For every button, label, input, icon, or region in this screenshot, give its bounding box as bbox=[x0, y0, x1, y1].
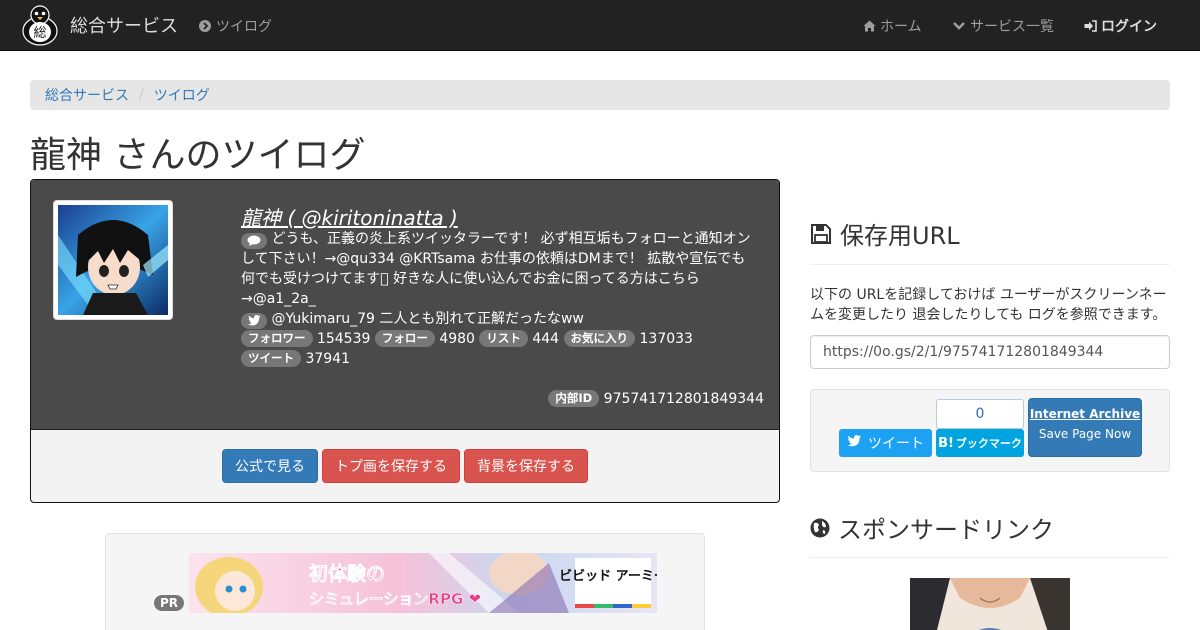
profile-latest-tweet: @Yukimaru_79 二人とも別れて正解だったなww bbox=[271, 311, 584, 327]
page-title: 龍神 さんのツイログ bbox=[30, 135, 366, 176]
save-url-title: 保存用URL bbox=[840, 222, 960, 250]
followers-count: 154539 bbox=[316, 331, 371, 347]
navbar: 総 総合サービス ツイログ ホーム サービス一覧 ログイン bbox=[0, 0, 1200, 51]
hatena-count: 0 bbox=[936, 399, 1024, 429]
favorites-count: 137033 bbox=[639, 331, 693, 347]
profile-stats: フォロワー 154539 フォロー 4980 リスト 444 お気に入り 137… bbox=[241, 329, 757, 369]
brand-text: 総合サービス bbox=[70, 16, 178, 37]
internal-id-value: 975741712801849344 bbox=[603, 391, 764, 407]
tweets-count: 37941 bbox=[305, 351, 350, 367]
save-icon-button[interactable]: トプ画を保存する bbox=[322, 449, 460, 483]
following-label: フォロー bbox=[374, 330, 435, 347]
tweet-button-label: ツイート bbox=[868, 436, 924, 452]
internal-id: 内部ID 975741712801849344 bbox=[548, 390, 764, 407]
brand-link[interactable]: 総 総合サービス bbox=[20, 3, 178, 47]
avatar[interactable] bbox=[53, 200, 173, 320]
favorites-label: お気に入り bbox=[563, 330, 636, 347]
penguin-logo-icon: 総 bbox=[22, 5, 58, 46]
ad-logo-text: ビビッド アーミー bbox=[559, 568, 657, 584]
archive-title: Internet Archive bbox=[1029, 407, 1141, 421]
sponsor-heading: スポンサードリンク bbox=[810, 510, 1054, 545]
ad-line1: 初体験の bbox=[309, 562, 385, 585]
lists-label: リスト bbox=[479, 330, 528, 347]
breadcrumb-separator: / bbox=[139, 87, 144, 103]
ad-banner-image: ビビッド アーミー 初体験の シミュレーションRPG ❤ bbox=[189, 553, 657, 613]
ad-line2: シミュレーションRPG ❤ bbox=[309, 590, 481, 608]
twitter-bird-icon bbox=[241, 312, 267, 329]
followers-label: フォロワー bbox=[241, 330, 313, 347]
save-url-description: 以下の URLを記録しておけば ユーザーがスクリーンネームを変更したり 退会した… bbox=[810, 287, 1167, 323]
divider bbox=[810, 557, 1170, 558]
comment-icon bbox=[241, 232, 267, 249]
globe-icon bbox=[810, 518, 830, 538]
logo-text: 総 bbox=[33, 26, 46, 41]
profile-actions: 公式で見る トプ画を保存する 背景を保存する bbox=[31, 449, 779, 483]
pr-badge: PR bbox=[154, 595, 185, 611]
breadcrumb-item-home[interactable]: 総合サービス bbox=[45, 85, 129, 105]
nav-tsuilog-label: ツイログ bbox=[216, 19, 272, 35]
nav-home[interactable]: ホーム bbox=[862, 16, 922, 36]
nav-login-label: ログイン bbox=[1101, 19, 1157, 35]
sponsor-ad-image[interactable] bbox=[910, 578, 1070, 630]
lists-count: 444 bbox=[532, 331, 560, 347]
avatar-image bbox=[58, 205, 168, 315]
nav-login[interactable]: ログイン bbox=[1083, 16, 1157, 36]
save-url-heading: 保存用URL bbox=[810, 216, 960, 251]
tweets-label: ツイート bbox=[241, 350, 301, 367]
hatena-b-icon: B! bbox=[938, 435, 954, 451]
chevron-circle-right-icon bbox=[198, 19, 212, 33]
profile-name[interactable]: 龍神 ( @kiritoninatta ) bbox=[241, 202, 458, 231]
internal-id-label: 内部ID bbox=[548, 390, 600, 407]
breadcrumb-item-tsuilog[interactable]: ツイログ bbox=[154, 85, 210, 105]
chevron-down-icon bbox=[952, 19, 966, 33]
breadcrumb: 総合サービス / ツイログ bbox=[30, 80, 1170, 110]
sign-in-icon bbox=[1083, 19, 1097, 33]
home-icon bbox=[862, 19, 876, 33]
sponsor-title: スポンサードリンク bbox=[838, 516, 1054, 544]
twitter-bird-icon bbox=[847, 435, 862, 451]
nav-tsuilog[interactable]: ツイログ bbox=[198, 16, 272, 36]
floppy-disk-icon bbox=[810, 223, 832, 245]
hatena-button-label: ブックマーク bbox=[955, 437, 1022, 450]
internet-archive-button[interactable]: Internet Archive Save Page Now bbox=[1028, 398, 1142, 457]
profile-bio-row: どうも、正義の炎上系ツイッタラーです！ 必ず相互垢もフォローと通知オンして下さい… bbox=[241, 229, 757, 309]
divider bbox=[810, 264, 1170, 265]
tweet-button[interactable]: ツイート bbox=[839, 429, 932, 457]
profile-tweet-row: @Yukimaru_79 二人とも別れて正解だったなww bbox=[241, 309, 757, 329]
profile-bio: どうも、正義の炎上系ツイッタラーです！ 必ず相互垢もフォローと通知オンして下さい… bbox=[241, 231, 751, 307]
profile-header: 龍神 ( @kiritoninatta ) どうも、正義の炎上系ツイッタラーです… bbox=[31, 180, 779, 430]
view-official-button[interactable]: 公式で見る bbox=[222, 449, 318, 483]
archive-subtitle: Save Page Now bbox=[1038, 427, 1132, 441]
nav-services[interactable]: サービス一覧 bbox=[952, 16, 1054, 36]
save-background-button[interactable]: 背景を保存する bbox=[464, 449, 588, 483]
nav-home-label: ホーム bbox=[880, 19, 922, 35]
save-url-input[interactable] bbox=[810, 335, 1170, 369]
following-count: 4980 bbox=[439, 331, 475, 347]
profile-panel: 龍神 ( @kiritoninatta ) どうも、正義の炎上系ツイッタラーです… bbox=[30, 179, 780, 503]
nav-services-label: サービス一覧 bbox=[970, 19, 1054, 35]
profile-body: どうも、正義の炎上系ツイッタラーです！ 必ず相互垢もフォローと通知オンして下さい… bbox=[241, 229, 757, 369]
hatena-bookmark-button[interactable]: B! ブックマーク bbox=[936, 429, 1024, 457]
ad-banner[interactable]: ビビッド アーミー 初体験の シミュレーションRPG ❤ bbox=[189, 553, 657, 613]
